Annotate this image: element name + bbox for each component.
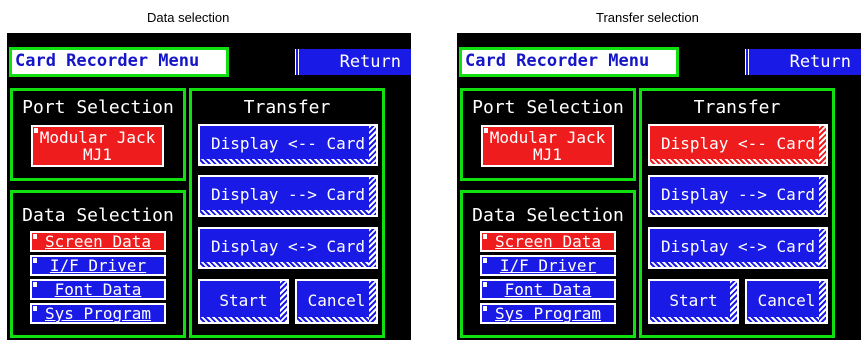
marker-icon xyxy=(483,306,487,311)
marker-icon xyxy=(483,282,487,287)
selected-marker-icon xyxy=(34,128,38,133)
start-label: Start xyxy=(669,291,718,310)
menu-title: Card Recorder Menu xyxy=(459,47,679,77)
transfer-button-label: Display <-> Card xyxy=(660,237,816,256)
return-button[interactable]: Return xyxy=(295,49,411,75)
port-selection-heading: Port Selection xyxy=(22,97,174,118)
transfer-button-label: Display <-- Card xyxy=(660,134,816,153)
display-exchange-card-button[interactable]: Display <-> Card xyxy=(198,227,378,269)
data-item-sys-program[interactable]: Sys Program xyxy=(30,303,166,324)
port-selection-heading: Port Selection xyxy=(472,97,624,118)
selected-marker-icon xyxy=(484,128,488,133)
start-button[interactable]: Start xyxy=(648,279,739,324)
caption-transfer-selection: Transfer selection xyxy=(596,10,699,25)
start-label: Start xyxy=(219,291,268,310)
screen-transfer-selection: Card Recorder Menu Return Port Selection… xyxy=(457,33,861,340)
caption-data-selection: Data selection xyxy=(147,10,230,25)
transfer-heading: Transfer xyxy=(243,97,331,118)
transfer-heading: Transfer xyxy=(693,97,781,118)
port-selection-panel: Port Selection Modular Jack MJ1 xyxy=(460,88,636,181)
port-button-line1: Modular Jack xyxy=(489,128,606,147)
start-button[interactable]: Start xyxy=(198,279,289,324)
data-item-label: Font Data xyxy=(504,280,592,299)
data-item-sys-program[interactable]: Sys Program xyxy=(480,303,616,324)
data-item-font-data[interactable]: Font Data xyxy=(30,279,166,300)
screen-data-selection: Card Recorder Menu Return Port Selection… xyxy=(7,33,411,340)
port-modular-jack-button[interactable]: Modular Jack MJ1 xyxy=(481,125,614,167)
cancel-label: Cancel xyxy=(757,291,816,310)
data-item-label: Screen Data xyxy=(45,232,151,251)
selected-marker-icon xyxy=(33,234,37,239)
data-selection-heading: Data Selection xyxy=(22,205,174,226)
display-exchange-card-button[interactable]: Display <-> Card xyxy=(648,227,828,269)
transfer-panel: Transfer Display <-- Card Display --> Ca… xyxy=(189,88,385,338)
marker-icon xyxy=(483,258,487,263)
marker-icon xyxy=(33,258,37,263)
port-modular-jack-button[interactable]: Modular Jack MJ1 xyxy=(31,125,164,167)
display-to-card-button[interactable]: Display --> Card xyxy=(198,175,378,217)
display-from-card-button[interactable]: Display <-- Card xyxy=(648,124,828,166)
data-item-font-data[interactable]: Font Data xyxy=(480,279,616,300)
port-selection-panel: Port Selection Modular Jack MJ1 xyxy=(10,88,186,181)
transfer-button-label: Display --> Card xyxy=(660,185,816,204)
data-item-label: Sys Program xyxy=(45,304,151,323)
display-to-card-button[interactable]: Display --> Card xyxy=(648,175,828,217)
cancel-label: Cancel xyxy=(307,291,366,310)
data-item-label: Screen Data xyxy=(495,232,601,251)
data-item-label: Font Data xyxy=(54,280,142,299)
menu-title: Card Recorder Menu xyxy=(9,47,229,77)
data-item-screen-data[interactable]: Screen Data xyxy=(480,231,616,252)
marker-icon xyxy=(33,282,37,287)
data-selection-panel: Data Selection Screen Data I/F Driver Fo… xyxy=(10,190,186,338)
data-item-if-driver[interactable]: I/F Driver xyxy=(30,255,166,276)
transfer-button-label: Display --> Card xyxy=(210,185,366,204)
data-item-label: I/F Driver xyxy=(499,256,597,275)
data-item-screen-data[interactable]: Screen Data xyxy=(30,231,166,252)
marker-icon xyxy=(33,306,37,311)
selected-marker-icon xyxy=(483,234,487,239)
cancel-button[interactable]: Cancel xyxy=(295,279,378,324)
transfer-button-label: Display <-> Card xyxy=(210,237,366,256)
data-item-label: I/F Driver xyxy=(49,256,147,275)
transfer-button-label: Display <-- Card xyxy=(210,134,366,153)
return-button[interactable]: Return xyxy=(745,49,861,75)
port-button-line1: Modular Jack xyxy=(39,128,156,147)
data-item-label: Sys Program xyxy=(495,304,601,323)
port-button-line2: MJ1 xyxy=(83,145,112,164)
data-selection-heading: Data Selection xyxy=(472,205,624,226)
port-button-line2: MJ1 xyxy=(533,145,562,164)
data-selection-panel: Data Selection Screen Data I/F Driver Fo… xyxy=(460,190,636,338)
data-item-if-driver[interactable]: I/F Driver xyxy=(480,255,616,276)
cancel-button[interactable]: Cancel xyxy=(745,279,828,324)
display-from-card-button[interactable]: Display <-- Card xyxy=(198,124,378,166)
transfer-panel: Transfer Display <-- Card Display --> Ca… xyxy=(639,88,835,338)
